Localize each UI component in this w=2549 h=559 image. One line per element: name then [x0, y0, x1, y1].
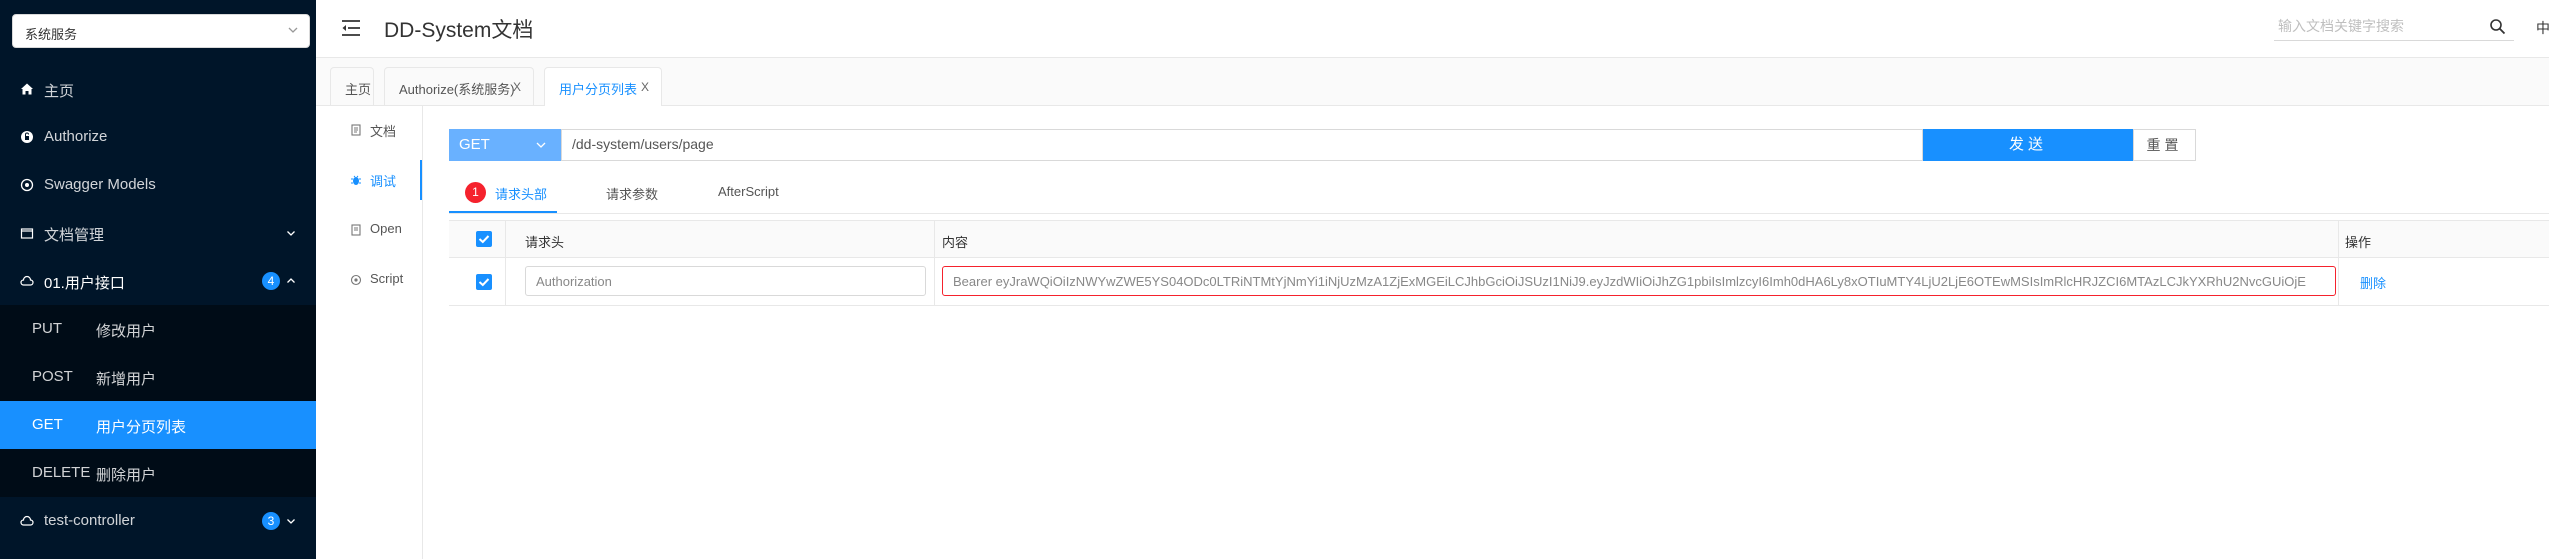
send-button[interactable]: 发送	[1923, 129, 2133, 161]
tab-label: Authorize(系统服务)	[399, 82, 515, 97]
column-header-action: 操作	[2345, 235, 2372, 250]
nav-debug[interactable]: 调试	[316, 160, 422, 200]
header-name-field[interactable]	[525, 266, 926, 296]
unlock-icon	[21, 131, 33, 143]
cloud-icon	[20, 275, 34, 286]
sidebar-item-label: Swagger Models	[44, 176, 156, 193]
row-checkbox[interactable]	[476, 274, 492, 290]
header-value-field[interactable]	[942, 266, 2336, 296]
column-divider	[2338, 220, 2339, 306]
nav-label: Script	[370, 271, 404, 286]
doc-search[interactable]	[2274, 16, 2514, 41]
close-icon[interactable]: X	[641, 80, 649, 94]
nav-label: 调试	[370, 174, 397, 189]
bug-icon	[351, 175, 361, 185]
sidebar-item-label: 主页	[44, 83, 75, 100]
cloud-icon	[20, 515, 34, 526]
menu-fold-icon[interactable]	[340, 18, 362, 38]
error-badge: 1	[465, 182, 486, 203]
tab-home[interactable]: 主页	[330, 67, 374, 105]
tab-after-script[interactable]: AfterScript	[718, 184, 779, 220]
delete-link[interactable]: 删除	[2360, 273, 2386, 292]
api-name: 新增用户	[96, 371, 157, 388]
tab-request-headers[interactable]: 请求头部	[495, 184, 547, 220]
check-icon	[478, 235, 490, 244]
header-name-input[interactable]	[526, 267, 925, 295]
sidebar-item-label: 文档管理	[44, 227, 105, 244]
url-input[interactable]	[562, 130, 1912, 158]
file-icon	[351, 224, 361, 236]
api-method: PUT	[32, 320, 62, 337]
header-value-input[interactable]	[943, 267, 2335, 295]
column-divider	[505, 220, 506, 306]
reset-button[interactable]: 重置	[2133, 129, 2196, 161]
chevron-down-icon	[287, 519, 295, 524]
tab-label: 主页	[345, 82, 372, 97]
nav-doc[interactable]: 文档	[316, 110, 422, 150]
select-all-checkbox[interactable]	[476, 231, 492, 247]
close-icon[interactable]: X	[513, 80, 521, 94]
api-item-put[interactable]: PUT 修改用户	[0, 305, 316, 353]
user-api-submenu: PUT 修改用户 POST 新增用户 GET 用户分页列表 DELETE 删除用…	[0, 305, 316, 497]
check-icon	[478, 278, 490, 287]
api-name: 修改用户	[96, 323, 157, 340]
column-divider	[934, 220, 935, 306]
nav-script[interactable]: Script	[316, 260, 422, 300]
tab-divider	[449, 213, 2549, 214]
chevron-down-icon	[536, 142, 546, 148]
sidebar-item-home[interactable]: 主页	[0, 65, 316, 113]
sidebar: 系统服务 主页 Authorize Swagger Models 文档管理 01…	[0, 0, 316, 559]
service-select[interactable]: 系统服务	[12, 14, 310, 48]
count-badge: 3	[262, 512, 280, 530]
url-field[interactable]	[561, 129, 1923, 161]
top-bar: DD-System文档 中	[316, 0, 2549, 58]
method-select[interactable]: GET	[449, 129, 561, 161]
sidebar-item-doc-manage[interactable]: 文档管理	[0, 209, 316, 257]
tab-active-indicator	[449, 211, 557, 213]
page-title: DD-System文档	[384, 19, 534, 42]
sidebar-item-swagger-models[interactable]: Swagger Models	[0, 161, 316, 209]
api-method: POST	[32, 368, 73, 385]
search-icon[interactable]	[2489, 18, 2506, 35]
chevron-down-icon	[287, 231, 295, 236]
headers-table-header: 请求头 内容 操作	[449, 220, 2549, 258]
nav-label: 文档	[370, 124, 397, 139]
folder-icon	[20, 228, 34, 239]
language-switch[interactable]: 中	[2536, 18, 2549, 38]
table-row	[449, 258, 2549, 306]
nav-open[interactable]: Open	[316, 210, 422, 250]
method-value: GET	[459, 136, 490, 153]
code-icon	[20, 178, 34, 192]
count-badge: 4	[262, 272, 280, 290]
chevron-up-icon	[287, 278, 295, 283]
sidebar-item-authorize[interactable]: Authorize	[0, 113, 316, 161]
column-header-value: 内容	[942, 235, 969, 250]
search-input[interactable]	[2274, 16, 2502, 36]
sidebar-item-test-controller[interactable]: test-controller 3	[0, 497, 316, 545]
nav-label: Open	[370, 221, 402, 236]
api-method: GET	[32, 416, 63, 433]
home-icon	[21, 83, 33, 95]
tab-request-params[interactable]: 请求参数	[606, 184, 658, 220]
chevron-down-icon	[288, 27, 298, 33]
api-name: 用户分页列表	[96, 419, 187, 436]
doc-side-nav: 文档 调试 Open Script	[316, 106, 423, 559]
tab-label: 用户分页列表	[559, 82, 638, 97]
tab-user-page-list[interactable]: 用户分页列表 X	[544, 67, 662, 106]
api-name: 删除用户	[96, 467, 157, 484]
sidebar-item-label: Authorize	[44, 128, 108, 145]
tab-authorize[interactable]: Authorize(系统服务) X	[384, 67, 534, 105]
tab-bar: 主页 Authorize(系统服务) X 用户分页列表 X	[316, 58, 2549, 106]
sidebar-item-label: test-controller	[44, 512, 135, 529]
code-icon	[350, 274, 362, 286]
api-item-get[interactable]: GET 用户分页列表	[0, 401, 316, 449]
service-select-value: 系统服务	[25, 27, 78, 42]
column-header-name: 请求头	[525, 235, 565, 250]
api-item-post[interactable]: POST 新增用户	[0, 353, 316, 401]
sidebar-item-label: 01.用户接口	[44, 275, 125, 292]
file-icon	[351, 124, 361, 136]
api-item-delete[interactable]: DELETE 删除用户	[0, 449, 316, 497]
sidebar-item-user-api[interactable]: 01.用户接口 4	[0, 257, 316, 305]
api-method: DELETE	[32, 464, 91, 481]
